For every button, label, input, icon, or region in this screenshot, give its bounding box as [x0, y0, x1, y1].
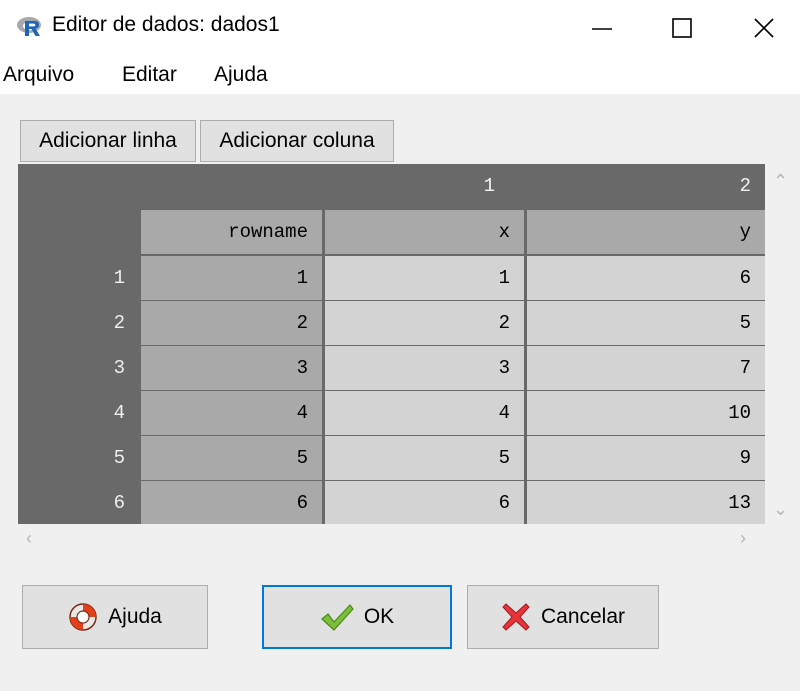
table-cell[interactable]: 1: [141, 256, 322, 300]
help-button-label: Ajuda: [108, 605, 162, 628]
row-number: 4: [113, 402, 125, 424]
menu-editar[interactable]: Editar: [122, 63, 177, 87]
minimize-icon: [592, 28, 612, 30]
help-button[interactable]: Ajuda: [22, 585, 208, 649]
window-title: Editor de dados: dados1: [52, 13, 280, 36]
ok-button[interactable]: OK: [262, 585, 452, 649]
table-cell[interactable]: 10: [527, 391, 765, 435]
scroll-left-icon[interactable]: ‹: [26, 529, 32, 547]
table-cell[interactable]: 2: [141, 301, 322, 345]
cancel-button-label: Cancelar: [540, 605, 626, 628]
close-icon: [754, 18, 774, 38]
maximize-icon: [672, 18, 692, 38]
column-header-x[interactable]: x: [325, 210, 524, 254]
lifebuoy-icon: [69, 603, 97, 631]
table-cell[interactable]: 3: [325, 346, 524, 390]
checkmark-icon: [320, 604, 354, 631]
column-header-rowname[interactable]: rowname: [141, 210, 322, 254]
scroll-right-icon[interactable]: ›: [740, 529, 746, 547]
table-cell[interactable]: 2: [325, 301, 524, 345]
minimize-button[interactable]: [572, 0, 632, 56]
table-cell[interactable]: 4: [325, 391, 524, 435]
table-cell[interactable]: 5: [325, 436, 524, 480]
row-number: 1: [113, 267, 125, 289]
table-cell[interactable]: 3: [141, 346, 322, 390]
red-x-icon: [502, 603, 530, 631]
table-cell[interactable]: 7: [527, 346, 765, 390]
column-number: 2: [739, 175, 751, 197]
table-cell[interactable]: 1: [325, 256, 524, 300]
table-cell[interactable]: 13: [527, 481, 765, 524]
scroll-down-icon[interactable]: ⌄: [773, 500, 788, 518]
r-logo-icon: [17, 17, 41, 36]
add-column-button[interactable]: Adicionar coluna: [200, 120, 394, 162]
table-cell[interactable]: 5: [527, 301, 765, 345]
column-number: 1: [483, 175, 495, 197]
column-header-y[interactable]: y: [527, 210, 765, 254]
table-cell[interactable]: 4: [141, 391, 322, 435]
table-cell[interactable]: 6: [141, 481, 322, 524]
row-number: 6: [113, 491, 125, 514]
table-cell[interactable]: 6: [325, 481, 524, 524]
title-bar: Editor de dados: dados1: [0, 0, 800, 56]
scroll-up-icon[interactable]: ⌃: [773, 172, 788, 190]
row-number: 3: [113, 357, 125, 379]
cancel-button[interactable]: Cancelar: [467, 585, 659, 649]
row-number: 2: [113, 312, 125, 334]
table-cell[interactable]: 9: [527, 436, 765, 480]
close-button[interactable]: [734, 0, 794, 56]
horizontal-scrollbar[interactable]: ‹ ›: [18, 524, 765, 554]
vertical-scrollbar[interactable]: ⌃ ⌄: [765, 164, 795, 524]
menu-ajuda[interactable]: Ajuda: [214, 63, 268, 87]
table-cell[interactable]: 6: [527, 256, 765, 300]
menu-bar: Arquivo Editar Ajuda: [0, 56, 800, 94]
add-row-button[interactable]: Adicionar linha: [20, 120, 196, 162]
ok-button-label: OK: [363, 605, 395, 628]
menu-arquivo[interactable]: Arquivo: [3, 63, 74, 87]
maximize-button[interactable]: [652, 0, 712, 56]
data-grid: 1 2 rowname x y 1 1 1 6 2 2 2 5 3 3 3 7 …: [18, 164, 765, 524]
table-cell[interactable]: 5: [141, 436, 322, 480]
row-number: 5: [113, 447, 125, 469]
